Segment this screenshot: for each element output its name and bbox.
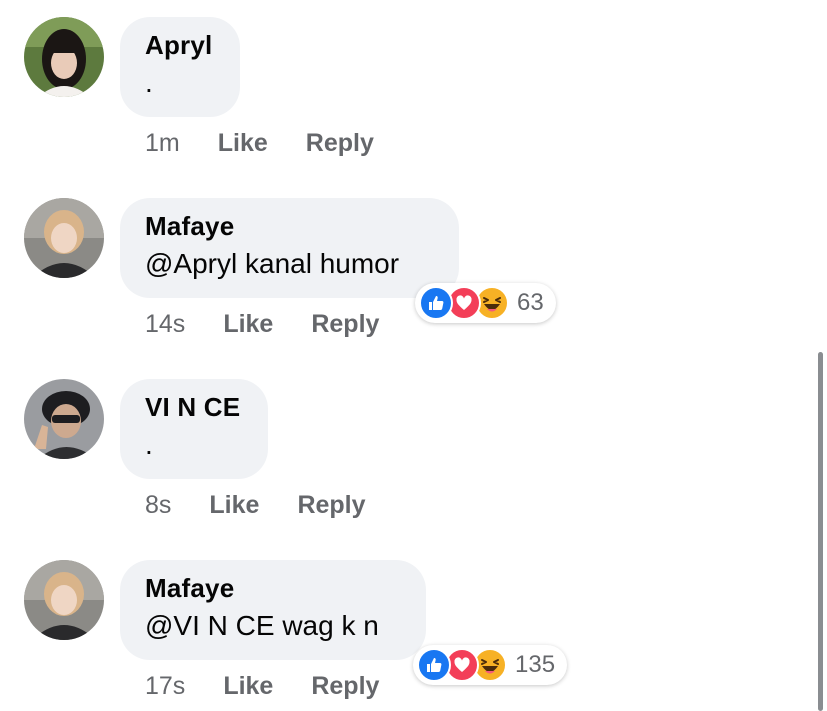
like-icon [417, 648, 451, 682]
comment-actions: 1m Like Reply [145, 128, 374, 158]
scrollbar[interactable] [818, 352, 823, 711]
comment-text: @VI N CE wag k n [145, 610, 379, 641]
comment-text: . [145, 67, 153, 98]
comment-timestamp[interactable]: 17s [145, 672, 185, 700]
comment-author[interactable]: Mafaye [145, 210, 434, 242]
like-button[interactable]: Like [223, 672, 273, 700]
reaction-count: 63 [517, 289, 544, 316]
like-icon [419, 286, 453, 320]
comment-text: @Apryl kanal humor [145, 248, 400, 279]
reaction-summary[interactable]: 135 [413, 645, 568, 685]
avatar-photo [24, 17, 104, 97]
avatar[interactable] [24, 17, 104, 97]
reaction-summary[interactable]: 63 [415, 283, 556, 323]
comment-timestamp[interactable]: 1m [145, 129, 180, 157]
comment-actions: 8s Like Reply [145, 490, 366, 520]
avatar-photo [24, 560, 104, 640]
avatar[interactable] [24, 560, 104, 640]
comment-author[interactable]: VI N CE [145, 391, 243, 423]
avatar[interactable] [24, 379, 104, 459]
comment-author[interactable]: Mafaye [145, 572, 401, 604]
comment-bubble: Mafaye @VI N CE wag k n [120, 560, 426, 660]
avatar-photo [24, 379, 104, 459]
comment-timestamp[interactable]: 8s [145, 491, 171, 519]
comment-text: . [145, 429, 153, 460]
reply-button[interactable]: Reply [311, 310, 379, 338]
reaction-count: 135 [515, 651, 556, 678]
reply-button[interactable]: Reply [311, 672, 379, 700]
comment-actions: 17s Like Reply [145, 671, 379, 701]
comment-actions: 14s Like Reply [145, 309, 379, 339]
comment-bubble: Apryl . [120, 17, 240, 117]
avatar[interactable] [24, 198, 104, 278]
like-button[interactable]: Like [223, 310, 273, 338]
reply-button[interactable]: Reply [306, 129, 374, 157]
comment-author[interactable]: Apryl [145, 29, 215, 61]
avatar-photo [24, 198, 104, 278]
like-button[interactable]: Like [218, 129, 268, 157]
comment-timestamp[interactable]: 14s [145, 310, 185, 338]
comment-bubble: Mafaye @Apryl kanal humor [120, 198, 459, 298]
reply-button[interactable]: Reply [297, 491, 365, 519]
comment-bubble: VI N CE . [120, 379, 268, 479]
like-button[interactable]: Like [209, 491, 259, 519]
